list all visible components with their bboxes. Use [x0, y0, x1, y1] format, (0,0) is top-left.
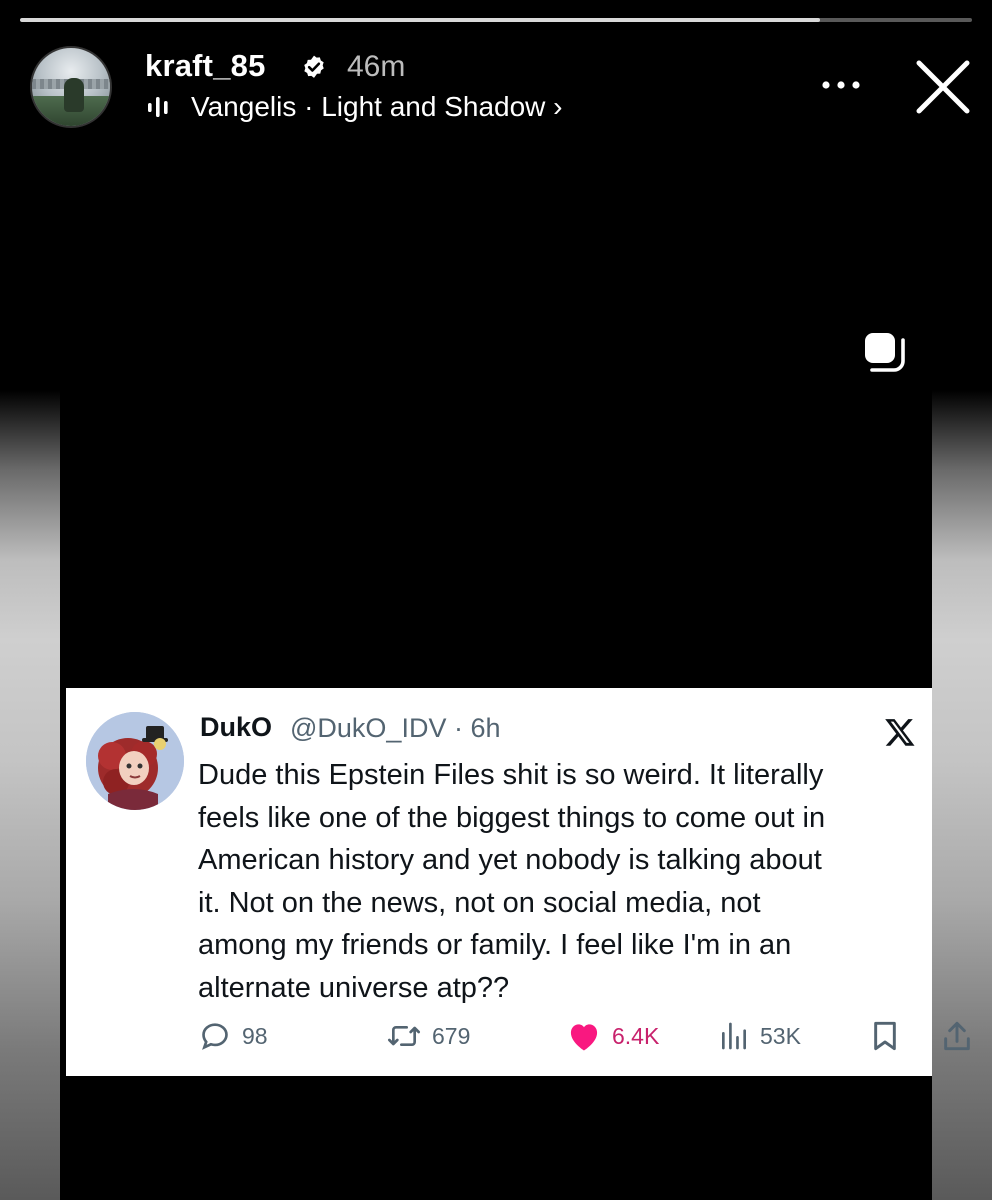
avatar-player — [64, 78, 84, 112]
close-icon[interactable] — [914, 58, 972, 116]
repost-icon — [388, 1026, 420, 1046]
embedded-tweet-card[interactable]: DukO @DukO_IDV · 6h Dude this Epstein Fi… — [66, 688, 970, 1076]
tweet-text: Dude this Epstein Files shit is so weird… — [198, 754, 918, 1009]
story-username[interactable]: kraft_85 — [145, 48, 266, 84]
music-title: Light and Shadow — [321, 91, 546, 122]
reply-button[interactable]: 98 — [198, 1018, 268, 1054]
repost-button[interactable]: 679 — [386, 1018, 470, 1054]
story-progress-bar — [20, 18, 972, 22]
story-progress-fill — [20, 18, 820, 22]
music-chevron-icon: › — [545, 91, 563, 122]
tweet-text-line: among my friends or family. I feel like … — [198, 929, 792, 961]
audio-bars-icon — [148, 97, 168, 117]
verified-badge-icon — [304, 55, 324, 78]
story-time-ago: 46m — [347, 50, 406, 83]
tweet-handle-time[interactable]: @DukO_IDV · 6h — [290, 713, 500, 744]
profile-avatar[interactable] — [30, 46, 112, 128]
share-button[interactable] — [942, 1018, 972, 1054]
reply-count: 98 — [242, 1022, 268, 1049]
bookmark-icon — [874, 1021, 896, 1051]
reply-icon — [202, 1023, 228, 1050]
tweet-text-line: Dude this Epstein Files shit is so weird… — [198, 759, 824, 791]
tweet-display-name[interactable]: DukO — [200, 712, 272, 743]
tweet-text-line: alternate universe atp?? — [198, 971, 510, 1004]
share-icon — [944, 1021, 970, 1051]
tweet-text-line: feels like one of the biggest things to … — [198, 801, 826, 834]
tweet-action-bar: 98 679 6.4K 53K — [198, 1018, 970, 1054]
music-artist: Vangelis — [191, 91, 297, 122]
tweet-text-line: it. Not on the news, not on social media… — [198, 886, 761, 919]
views-button[interactable]: 53K — [718, 1018, 801, 1054]
views-count: 53K — [760, 1022, 801, 1049]
like-button[interactable]: 6.4K — [566, 1018, 659, 1054]
x-logo-icon — [885, 719, 915, 746]
tweet-author-avatar[interactable] — [86, 712, 184, 810]
stacked-squares-icon[interactable] — [862, 330, 906, 374]
more-dots-icon[interactable] — [818, 75, 864, 95]
story-music-link[interactable]: Vangelis · Light and Shadow › — [191, 91, 563, 123]
like-count: 6.4K — [612, 1022, 660, 1049]
bookmark-button[interactable] — [870, 1018, 900, 1054]
views-bars-icon — [722, 1022, 746, 1050]
heart-icon — [570, 1024, 598, 1051]
tweet-text-line: American history and yet nobody is talki… — [198, 844, 822, 876]
story-viewer: kraft_85 46m Vangelis · Light and Shadow… — [0, 0, 992, 1200]
repost-count: 679 — [432, 1022, 471, 1049]
music-separator: · — [296, 91, 322, 122]
